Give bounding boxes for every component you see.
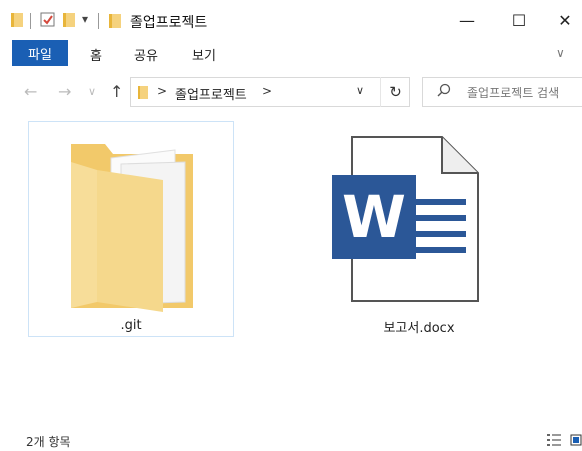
large-icons-view-icon[interactable]: [570, 432, 582, 451]
search-icon: [437, 83, 451, 101]
up-button[interactable]: ↑: [110, 82, 123, 101]
address-dropdown-icon[interactable]: ∨: [356, 84, 364, 97]
tab-share[interactable]: 공유: [134, 45, 158, 64]
window-title: 졸업프로젝트: [130, 15, 208, 31]
recent-locations-button[interactable]: ∨: [88, 85, 96, 98]
folder-icon: [108, 13, 122, 29]
breadcrumb-arrow-icon[interactable]: >: [157, 84, 167, 98]
tab-file[interactable]: 파일: [12, 40, 68, 66]
breadcrumb-arrow-icon[interactable]: >: [262, 84, 272, 98]
address-bar[interactable]: > 졸업프로젝트 > ∨: [130, 77, 410, 107]
file-item-git-folder[interactable]: .git: [28, 121, 234, 337]
search-input[interactable]: 졸업프로젝트 검색: [422, 77, 582, 107]
folder-icon: [71, 144, 193, 312]
properties-icon[interactable]: [40, 12, 56, 28]
separator: [98, 13, 99, 29]
svg-text:W: W: [342, 183, 406, 251]
status-item-count: 2개 항목: [26, 435, 71, 449]
folder-icon: [137, 85, 149, 104]
ribbon-expand-icon[interactable]: ∨: [556, 46, 565, 60]
details-view-icon[interactable]: [546, 432, 562, 451]
separator: [30, 13, 31, 29]
close-button[interactable]: ✕: [542, 0, 582, 40]
tab-view[interactable]: 보기: [192, 45, 216, 64]
file-name: 보고서.docx: [383, 321, 455, 336]
file-item-word-document[interactable]: W 보고서.docx: [316, 121, 522, 337]
back-button[interactable]: ←: [24, 82, 37, 101]
navigation-bar: ← → ∨ ↑ > 졸업프로젝트 > ∨ ↻ 졸업프로젝트 검색: [0, 74, 582, 110]
forward-button[interactable]: →: [58, 82, 71, 101]
breadcrumb-item[interactable]: 졸업프로젝트: [175, 84, 247, 103]
ribbon: 파일 홈 공유 보기 ∨: [0, 40, 582, 68]
refresh-button[interactable]: ↻: [380, 77, 410, 107]
maximize-button[interactable]: ☐: [496, 0, 542, 40]
folder-icon: [10, 12, 24, 28]
search-placeholder: 졸업프로젝트 검색: [467, 86, 560, 100]
qa-dropdown-icon[interactable]: ▾: [82, 12, 88, 26]
new-folder-icon[interactable]: [62, 12, 76, 28]
title-bar: ▾ 졸업프로젝트 — ☐ ✕: [0, 0, 582, 40]
view-switcher: [546, 432, 582, 451]
file-name: .git: [120, 318, 142, 333]
tab-home[interactable]: 홈: [90, 45, 102, 64]
minimize-button[interactable]: —: [444, 0, 490, 40]
word-document-icon: W: [332, 136, 479, 302]
